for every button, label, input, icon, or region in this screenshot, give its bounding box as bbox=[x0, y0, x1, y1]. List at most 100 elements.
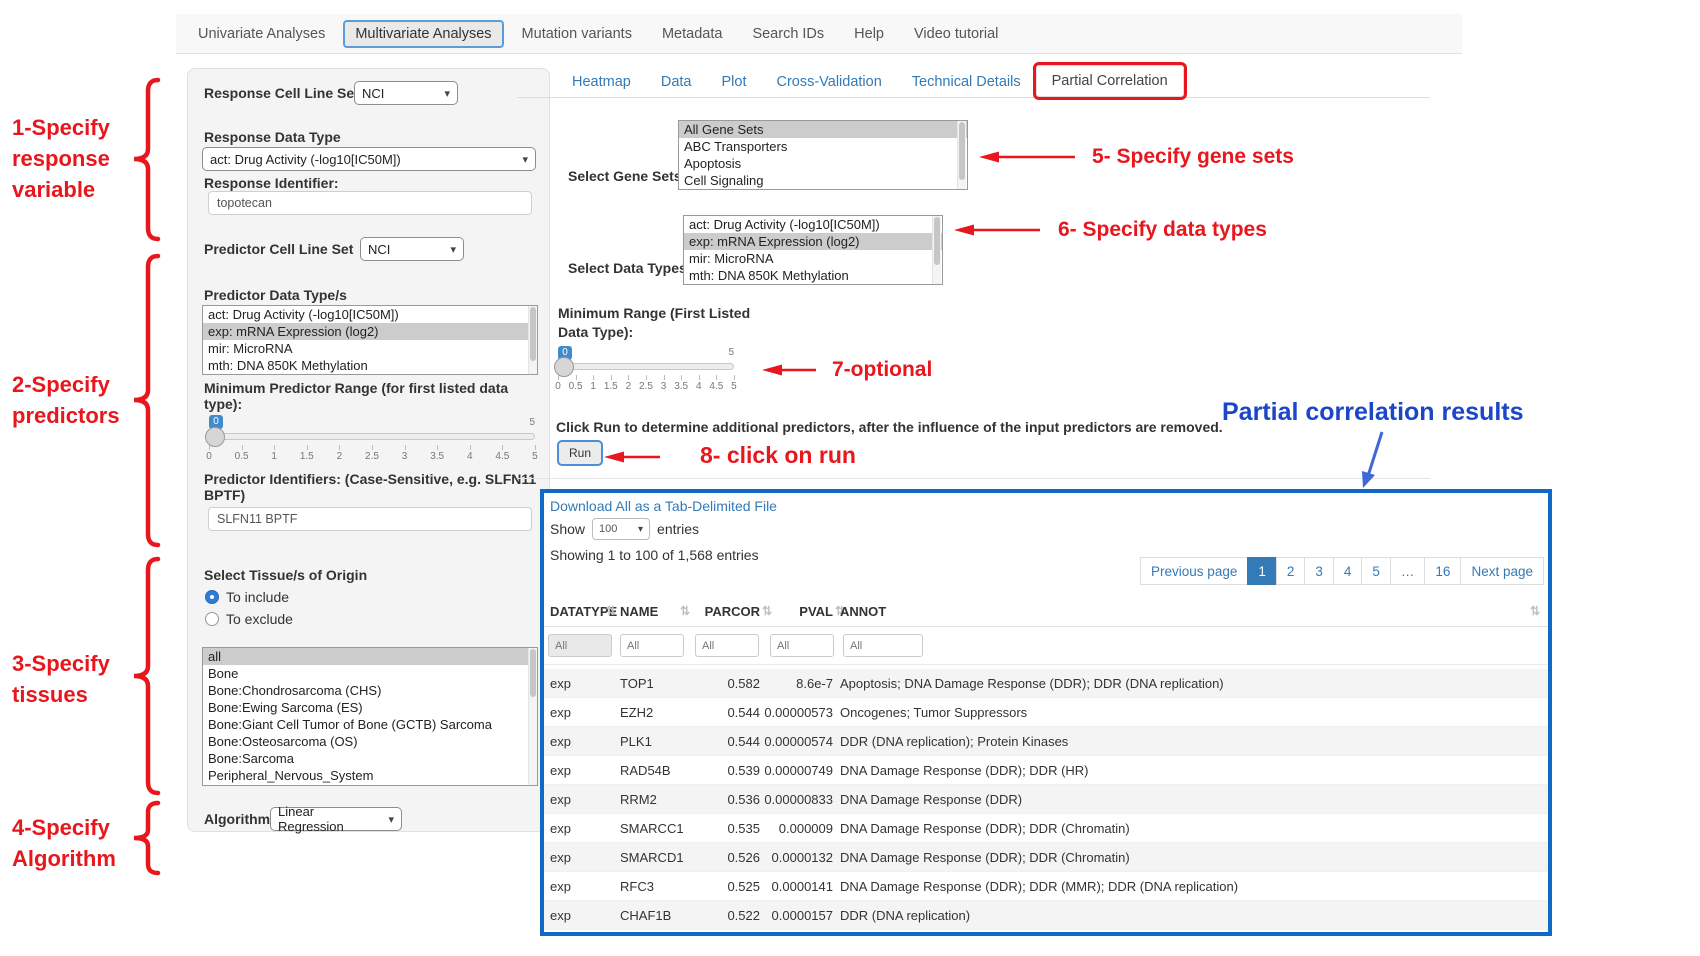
scrollbar[interactable] bbox=[528, 648, 537, 785]
nav-tab[interactable]: Univariate Analyses bbox=[186, 20, 337, 48]
scrollbar[interactable] bbox=[932, 216, 941, 284]
sort-icon[interactable]: ⇅ bbox=[762, 604, 772, 618]
page-number-button[interactable]: … bbox=[1390, 557, 1426, 585]
cell-annot: DDR (DNA replication); Protein Kinases bbox=[840, 727, 1068, 756]
listbox-option[interactable]: mth: DNA 850K Methylation bbox=[203, 357, 537, 374]
table-row[interactable]: exp SMARCC1 0.535 0.000009 DNA Damage Re… bbox=[544, 814, 1548, 843]
table-row[interactable]: exp RRM2 0.536 0.00000833 DNA Damage Res… bbox=[544, 785, 1548, 814]
algorithm-value: Linear Regression bbox=[278, 804, 382, 834]
listbox-option[interactable]: Cell Signaling bbox=[679, 172, 967, 189]
listbox-option[interactable]: Bone:Osteosarcoma (OS) bbox=[203, 733, 537, 750]
listbox-option[interactable]: Bone:Ewing Sarcoma (ES) bbox=[203, 699, 537, 716]
page-number-button[interactable]: 3 bbox=[1304, 557, 1334, 585]
scrollbar[interactable] bbox=[528, 306, 537, 374]
listbox-option[interactable]: Bone bbox=[203, 665, 537, 682]
page-number-button[interactable]: 1 bbox=[1247, 557, 1277, 585]
predictor-data-types-listbox[interactable]: act: Drug Activity (-log10[IC50M])exp: m… bbox=[202, 305, 538, 375]
filter-parcor[interactable] bbox=[695, 634, 759, 657]
predictor-identifiers-input[interactable] bbox=[208, 507, 532, 531]
show-entries-select[interactable]: 100 ▾ bbox=[592, 518, 650, 540]
listbox-option[interactable]: ABC Transporters bbox=[679, 138, 967, 155]
nav-tab[interactable]: Search IDs bbox=[740, 20, 836, 48]
subtab[interactable]: Data bbox=[646, 67, 707, 97]
algorithm-select[interactable]: Linear Regression ▾ bbox=[270, 807, 402, 831]
listbox-option[interactable]: all bbox=[203, 648, 537, 665]
slider-handle[interactable] bbox=[205, 427, 225, 447]
tissue-origin-label: Select Tissue/s of Origin bbox=[204, 567, 367, 583]
listbox-option[interactable]: Bone:Giant Cell Tumor of Bone (GCTB) Sar… bbox=[203, 716, 537, 733]
nav-tab[interactable]: Help bbox=[842, 20, 896, 48]
page-number-button[interactable]: 2 bbox=[1276, 557, 1306, 585]
previous-page-button[interactable]: Previous page bbox=[1140, 557, 1248, 585]
subtab[interactable]: Plot bbox=[706, 67, 761, 97]
listbox-option[interactable]: All Gene Sets bbox=[679, 121, 967, 138]
table-row[interactable]: exp EZH2 0.544 0.00000573 Oncogenes; Tum… bbox=[544, 698, 1548, 727]
subtab[interactable]: Heatmap bbox=[557, 67, 646, 97]
listbox-option[interactable]: act: Drug Activity (-log10[IC50M]) bbox=[684, 216, 942, 233]
table-row[interactable]: exp RAD54B 0.539 0.00000749 DNA Damage R… bbox=[544, 756, 1548, 785]
subtab[interactable]: Technical Details bbox=[897, 67, 1036, 97]
table-row[interactable]: exp CHAF1B 0.522 0.0000157 DDR (DNA repl… bbox=[544, 901, 1548, 930]
response-cell-line-value: NCI bbox=[362, 86, 384, 101]
nav-tab[interactable]: Metadata bbox=[650, 20, 734, 48]
predictor-cell-line-select[interactable]: NCI ▾ bbox=[360, 237, 464, 261]
col-name[interactable]: NAME bbox=[620, 604, 658, 619]
subtab[interactable]: Cross-Validation bbox=[761, 67, 896, 97]
min-predictor-range-slider[interactable]: 0 5 00.511.522.533.544.55 bbox=[209, 413, 535, 461]
radio-selected-icon[interactable] bbox=[205, 590, 219, 604]
page-number-button[interactable]: 4 bbox=[1333, 557, 1363, 585]
filter-pval[interactable] bbox=[770, 634, 834, 657]
nav-tab[interactable]: Video tutorial bbox=[902, 20, 1010, 48]
download-all-link[interactable]: Download All as a Tab-Delimited File bbox=[550, 498, 777, 514]
slider-handle[interactable] bbox=[554, 357, 574, 377]
filter-datatype[interactable] bbox=[548, 634, 612, 657]
nav-tab[interactable]: Mutation variants bbox=[510, 20, 644, 48]
response-identifier-input[interactable] bbox=[208, 191, 532, 215]
tissue-exclude-radio[interactable]: To exclude bbox=[205, 611, 293, 627]
table-row[interactable]: exp SMARCD1 0.526 0.0000132 DNA Damage R… bbox=[544, 843, 1548, 872]
listbox-option[interactable]: Bone:Sarcoma bbox=[203, 750, 537, 767]
listbox-option[interactable]: mth: DNA 850K Methylation bbox=[684, 267, 942, 284]
listbox-option[interactable]: mir: MicroRNA bbox=[684, 250, 942, 267]
run-button[interactable]: Run bbox=[557, 440, 603, 466]
subtab[interactable]: Partial Correlation bbox=[1036, 65, 1184, 97]
sort-icon[interactable]: ⇅ bbox=[680, 604, 690, 618]
filter-name[interactable] bbox=[620, 634, 684, 657]
table-row[interactable]: exp PLK1 0.544 0.00000574 DDR (DNA repli… bbox=[544, 727, 1548, 756]
slider-track[interactable] bbox=[558, 363, 734, 370]
nav-tab[interactable]: Multivariate Analyses bbox=[343, 20, 503, 48]
data-types-listbox[interactable]: act: Drug Activity (-log10[IC50M])exp: m… bbox=[683, 215, 943, 285]
response-data-type-value: act: Drug Activity (-log10[IC50M]) bbox=[210, 152, 401, 167]
listbox-option[interactable]: Peripheral_Nervous_System bbox=[203, 767, 537, 784]
listbox-option[interactable]: mir: MicroRNA bbox=[203, 340, 537, 357]
response-data-type-label: Response Data Type bbox=[204, 129, 341, 145]
col-pval[interactable]: PVAL bbox=[799, 604, 833, 619]
response-cell-line-select[interactable]: NCI ▾ bbox=[354, 81, 458, 105]
cell-annot: DNA Damage Response (DDR); DDR (MMR); DD… bbox=[840, 872, 1238, 901]
min-range-slider[interactable]: 0 5 00.511.522.533.544.55 bbox=[558, 346, 734, 392]
col-parcor[interactable]: PARCOR bbox=[705, 604, 760, 619]
slider-track[interactable] bbox=[209, 433, 535, 440]
sort-icon[interactable]: ⇅ bbox=[606, 604, 616, 618]
next-page-button[interactable]: Next page bbox=[1460, 557, 1544, 585]
col-annot[interactable]: ANNOT bbox=[840, 604, 886, 619]
page-number-button[interactable]: 5 bbox=[1361, 557, 1391, 585]
page-number-button[interactable]: 16 bbox=[1424, 557, 1461, 585]
show-entries-value: 100 bbox=[599, 523, 617, 535]
listbox-option[interactable]: exp: mRNA Expression (log2) bbox=[203, 323, 537, 340]
gene-sets-listbox[interactable]: All Gene SetsABC TransportersApoptosisCe… bbox=[678, 120, 968, 190]
sort-icon[interactable]: ⇅ bbox=[1530, 604, 1540, 618]
listbox-option[interactable]: Bone:Chondrosarcoma (CHS) bbox=[203, 682, 537, 699]
listbox-option[interactable]: Apoptosis bbox=[679, 155, 967, 172]
table-row[interactable]: exp TOP1 0.582 8.6e-7 Apoptosis; DNA Dam… bbox=[544, 669, 1548, 698]
tissue-include-radio[interactable]: To include bbox=[205, 589, 289, 605]
filter-annot[interactable] bbox=[843, 634, 923, 657]
scrollbar[interactable] bbox=[957, 121, 966, 189]
listbox-option[interactable]: exp: mRNA Expression (log2) bbox=[684, 233, 942, 250]
tissue-listbox[interactable]: allBoneBone:Chondrosarcoma (CHS)Bone:Ewi… bbox=[202, 647, 538, 786]
step5-arrow bbox=[975, 150, 1080, 164]
radio-unselected-icon[interactable] bbox=[205, 612, 219, 626]
table-row[interactable]: exp RFC3 0.525 0.0000141 DNA Damage Resp… bbox=[544, 872, 1548, 901]
response-data-type-select[interactable]: act: Drug Activity (-log10[IC50M]) ▾ bbox=[202, 147, 536, 171]
listbox-option[interactable]: act: Drug Activity (-log10[IC50M]) bbox=[203, 306, 537, 323]
